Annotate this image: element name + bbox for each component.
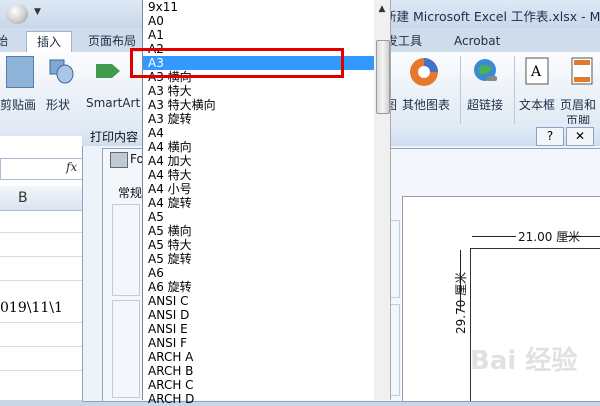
clipart-icon (6, 56, 34, 88)
group-box (390, 220, 400, 298)
textbox-label: 文本框 (519, 98, 556, 112)
dropdown-option[interactable]: ANSI E (148, 322, 188, 336)
svg-text:A: A (530, 64, 542, 80)
dropdown-option[interactable]: A5 横向 (148, 224, 192, 238)
shapes-icon (49, 59, 74, 84)
tab-acrobat[interactable]: Acrobat (454, 31, 500, 51)
shapes-button[interactable] (48, 56, 74, 89)
red-annotation-box (130, 48, 344, 78)
smartart-button[interactable] (94, 56, 124, 89)
other-charts-label: 其他图表 (402, 98, 451, 112)
tab-general[interactable]: 常规 (118, 184, 142, 201)
close-button[interactable]: ✕ (566, 127, 594, 146)
dropdown-option[interactable]: A4 特大 (148, 168, 192, 182)
scroll-thumb[interactable] (376, 40, 390, 114)
name-box[interactable] (0, 158, 92, 180)
grid-line (0, 370, 82, 371)
dropdown-option[interactable]: A3 特大 (148, 84, 192, 98)
dropdown-option[interactable]: A4 横向 (148, 140, 192, 154)
grid-line (0, 232, 82, 233)
dropdown-option[interactable]: A4 (148, 126, 164, 140)
fx-icon[interactable]: fx (66, 160, 77, 174)
tab-home[interactable]: 始 (0, 31, 24, 51)
ribbon-separator (460, 56, 461, 132)
width-arrow (472, 236, 516, 237)
dialog-title: 打印内容 (90, 130, 139, 144)
dropdown-option[interactable]: ARCH C (148, 378, 194, 392)
grid-line (0, 256, 82, 257)
cell-value[interactable]: 019\11\1 (0, 300, 63, 316)
grid-line (0, 322, 82, 323)
shapes-label: 形状 (46, 98, 71, 112)
dropdown-option[interactable]: ARCH B (148, 364, 193, 378)
tab-developer[interactable]: 发工具 (386, 31, 422, 51)
page-height-label: 29.70 厘米 (454, 271, 468, 334)
dropdown-option[interactable]: A5 (148, 210, 164, 224)
dropdown-option[interactable]: 9x11 (148, 0, 178, 14)
clipart-button[interactable] (6, 56, 34, 88)
header-footer-button[interactable] (570, 56, 594, 89)
column-header-row (0, 186, 82, 211)
page-width-label: 21.00 厘米 (518, 230, 581, 244)
group-box (390, 304, 400, 396)
window-title: 新建 Microsoft Excel 工作表.xlsx - Mi (384, 9, 600, 24)
dropdown-option[interactable]: ANSI C (148, 294, 189, 308)
office-button-icon[interactable] (6, 4, 28, 24)
grid-line (0, 280, 82, 281)
header-footer-icon (571, 57, 593, 85)
dropdown-option[interactable]: ARCH A (148, 350, 193, 364)
column-header-b[interactable]: B (18, 190, 28, 206)
smartart-icon (96, 64, 120, 78)
page-outline (470, 248, 600, 401)
group-box (112, 204, 140, 296)
dropdown-option[interactable]: A4 加大 (148, 154, 192, 168)
other-charts-button[interactable] (408, 56, 440, 91)
dropdown-option[interactable]: A3 特大横向 (148, 98, 216, 112)
pie-chart-icon (410, 58, 438, 86)
hyperlink-button[interactable] (470, 56, 500, 89)
dropdown-option[interactable]: A3 旋转 (148, 112, 192, 126)
dropdown-option[interactable]: A5 特大 (148, 238, 192, 252)
textbox-button[interactable]: A (524, 56, 550, 89)
printer-icon (110, 152, 128, 168)
dropdown-option[interactable]: A5 旋转 (148, 252, 192, 266)
quick-access-menu-icon[interactable]: ▼ (34, 7, 46, 19)
dropdown-option[interactable]: ARCH D (148, 392, 194, 406)
tab-page-layout[interactable]: 页面布局 (88, 31, 136, 51)
group-box (112, 300, 140, 398)
smartart-label: SmartArt (86, 96, 141, 110)
dropdown-option[interactable]: A0 (148, 14, 164, 28)
globe-link-icon (474, 59, 497, 81)
dropdown-option[interactable]: A4 小号 (148, 182, 192, 196)
header-footer-label: 页眉和 (560, 98, 597, 112)
dropdown-option[interactable]: A6 (148, 266, 164, 280)
watermark: Bai 经验 (470, 346, 578, 376)
dropdown-option[interactable]: ANSI F (148, 336, 187, 350)
dropdown-option[interactable]: ANSI D (148, 308, 189, 322)
dropdown-option[interactable]: A4 旋转 (148, 196, 192, 210)
grid-line (0, 346, 82, 347)
scroll-up-icon[interactable]: ▲ (374, 4, 390, 18)
tab-insert[interactable]: 插入 (26, 31, 72, 52)
help-button[interactable]: ? (536, 127, 564, 146)
ribbon-separator (514, 56, 515, 132)
dropdown-option[interactable]: A6 旋转 (148, 280, 192, 294)
textbox-icon: A (525, 57, 549, 85)
dropdown-option[interactable]: A1 (148, 28, 164, 42)
hyperlink-label: 超链接 (467, 98, 504, 112)
clipart-label: 剪贴画 (0, 98, 37, 112)
